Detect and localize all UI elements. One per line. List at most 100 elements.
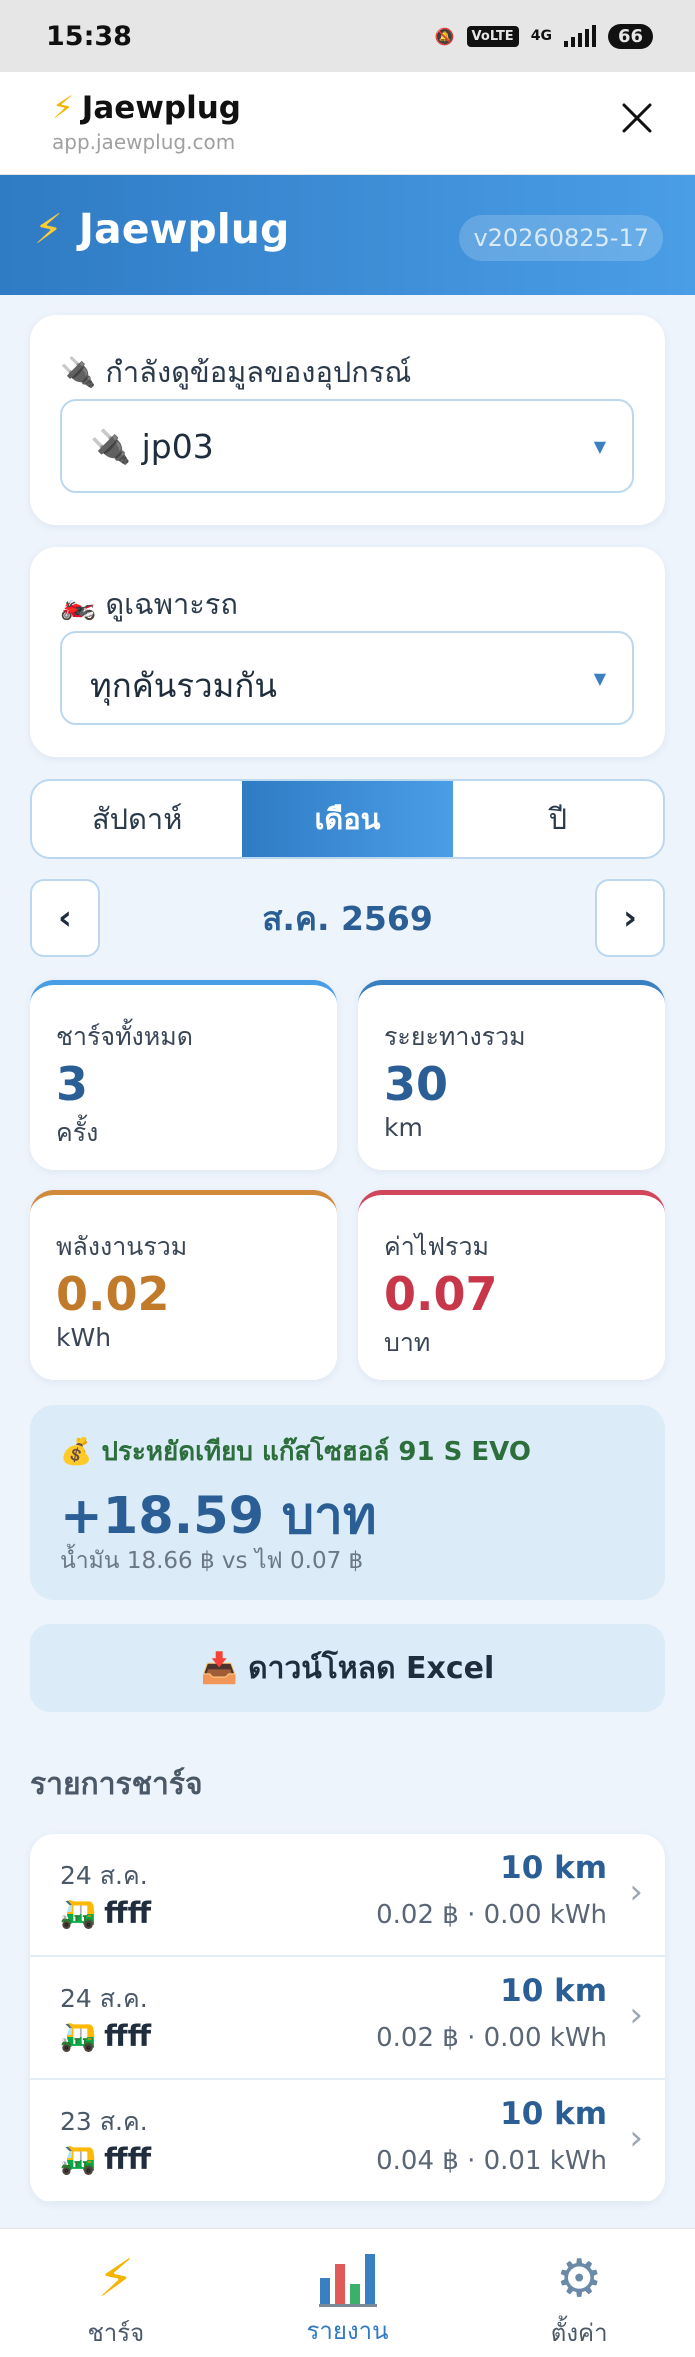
tuk-tuk-icon: 🛺 [60, 2019, 97, 2053]
savings-detail: น้ำมัน 18.66 ฿ vs ไฟ 0.07 ฿ [60, 1548, 364, 1574]
next-month-button[interactable]: › [595, 879, 665, 957]
vehicle-card: 🏍️ ดูเฉพาะรถ ทุกคันรวมกัน ▼ [30, 547, 665, 757]
status-bar: 15:38 🔕 VoLTE 4G 66 [0, 0, 695, 72]
device-selected-text: jp03 [141, 427, 214, 466]
stat-charges: ชาร์จทั้งหมด 3 ครั้ง [30, 980, 337, 1170]
device-select-value: 🔌 jp03 [90, 427, 214, 467]
site-url: app.jaewplug.com [52, 130, 236, 154]
status-time: 15:38 [46, 20, 132, 52]
charge-distance: 10 km [500, 1850, 607, 1886]
savings-card: 💰 ประหยัดเทียบ แก๊สโซฮอล์ 91 S EVO +18.5… [30, 1405, 665, 1600]
stat-energy-unit: kWh [56, 1323, 112, 1352]
dropdown-caret-icon: ▼ [593, 437, 606, 456]
chevron-right-icon: › [629, 2118, 643, 2158]
stat-distance: ระยะทางรวม 30 km [358, 980, 665, 1170]
battery-level: 66 [617, 25, 643, 47]
download-excel-button[interactable]: 📥 ดาวน์โหลด Excel [30, 1624, 665, 1712]
signal-icon [563, 25, 596, 47]
nav-charge-label: ชาร์จ [87, 2319, 145, 2347]
stat-energy: พลังงานรวม 0.02 kWh [30, 1190, 337, 1380]
inbox-tray-icon: 📥 [200, 1650, 239, 1686]
app-header: ⚡ Jaewplug v20260825-17 [0, 175, 695, 295]
bar-chart-icon [318, 2249, 377, 2307]
charge-date: 23 ส.ค. [60, 2107, 148, 2136]
browser-header: ⚡ Jaewplug app.jaewplug.com [0, 72, 695, 175]
close-icon [622, 103, 652, 133]
stat-cost-value: 0.07 [384, 1267, 498, 1321]
plug-icon: 🔌 [60, 355, 97, 389]
vehicle-select[interactable]: ทุกคันรวมกัน ▼ [60, 631, 634, 725]
download-label: ดาวน์โหลด Excel [248, 1650, 495, 1686]
app-title: ⚡ Jaewplug [34, 205, 289, 253]
vehicle-label-text: ดูเฉพาะรถ [105, 587, 238, 621]
charge-list-title: รายการชาร์จ [30, 1767, 203, 1802]
stat-distance-unit: km [384, 1113, 423, 1142]
stat-charges-unit: ครั้ง [56, 1118, 99, 1147]
version-badge: v20260825-17 [459, 215, 663, 261]
charge-vehicle-name: ffff [104, 2019, 152, 2053]
charge-detail: 0.02 ฿ · 0.00 kWh [376, 1900, 607, 1930]
status-icons: 🔕 VoLTE 4G 66 [434, 23, 653, 49]
stat-cost-unit: บาท [384, 1328, 431, 1357]
charge-vehicle-name: ffff [104, 2142, 152, 2176]
charge-distance: 10 km [500, 2096, 607, 2132]
vehicle-label: 🏍️ ดูเฉพาะรถ [60, 581, 238, 627]
lightning-icon: ⚡ [52, 90, 74, 126]
site-title-text: Jaewplug [81, 90, 241, 126]
stat-cost-label: ค่าไฟรวม [384, 1232, 489, 1261]
charge-vehicle: 🛺 ffff [60, 1896, 151, 1931]
app-title-text: Jaewplug [78, 205, 290, 253]
tuk-tuk-icon: 🛺 [60, 2142, 97, 2176]
tuk-tuk-icon: 🛺 [60, 1896, 97, 1930]
charge-date: 24 ส.ค. [60, 1984, 148, 2013]
stat-energy-value: 0.02 [56, 1267, 170, 1321]
stat-distance-value: 30 [384, 1057, 449, 1111]
list-item[interactable]: 23 ส.ค. 🛺 ffff 10 km 0.04 ฿ · 0.01 kWh › [30, 2080, 665, 2203]
stat-charges-label: ชาร์จทั้งหมด [56, 1022, 193, 1051]
nav-settings-label: ตั้งค่า [550, 2319, 608, 2347]
prev-month-button[interactable]: ‹ [30, 879, 100, 957]
device-card: 🔌 กำลังดูข้อมูลของอุปกรณ์ 🔌 jp03 ▼ [30, 315, 665, 525]
savings-title: 💰 ประหยัดเทียบ แก๊สโซฮอล์ 91 S EVO [60, 1431, 531, 1472]
tab-year[interactable]: ปี [453, 781, 663, 857]
stat-distance-label: ระยะทางรวม [384, 1022, 526, 1051]
month-label: ส.ค. 2569 [262, 898, 433, 938]
list-item[interactable]: 24 ส.ค. 🛺 ffff 10 km 0.02 ฿ · 0.00 kWh › [30, 1957, 665, 2080]
tab-week[interactable]: สัปดาห์ [32, 781, 242, 857]
charge-date: 24 ส.ค. [60, 1861, 148, 1890]
nav-report[interactable]: รายงาน [232, 2229, 464, 2357]
plug-icon: 🔌 [90, 427, 132, 466]
lightning-icon: ⚡ [97, 2249, 135, 2309]
nav-charge[interactable]: ⚡ ชาร์จ [0, 2229, 232, 2357]
device-label: 🔌 กำลังดูข้อมูลของอุปกรณ์ [60, 349, 411, 395]
stat-charges-value: 3 [56, 1057, 89, 1111]
bottom-nav: ⚡ ชาร์จ รายงาน ⚙ ตั้งค่า [0, 2228, 695, 2357]
motorcycle-icon: 🏍️ [60, 587, 97, 621]
dropdown-caret-icon: ▼ [593, 669, 606, 688]
device-label-text: กำลังดูข้อมูลของอุปกรณ์ [105, 355, 412, 389]
tab-month[interactable]: เดือน [242, 781, 453, 857]
site-title: ⚡ Jaewplug [52, 90, 241, 126]
charge-vehicle-name: ffff [104, 1896, 152, 1930]
period-tabs: สัปดาห์ เดือน ปี [30, 779, 665, 859]
charge-detail: 0.04 ฿ · 0.01 kWh [376, 2146, 607, 2176]
list-item[interactable]: 24 ส.ค. 🛺 ffff 10 km 0.02 ฿ · 0.00 kWh › [30, 1834, 665, 1957]
battery-icon: 66 [607, 23, 653, 49]
stat-cost: ค่าไฟรวม 0.07 บาท [358, 1190, 665, 1380]
device-select[interactable]: 🔌 jp03 ▼ [60, 399, 634, 493]
charge-detail: 0.02 ฿ · 0.00 kWh [376, 2023, 607, 2053]
chevron-right-icon: › [629, 1872, 643, 1912]
charge-vehicle: 🛺 ffff [60, 2142, 151, 2177]
close-button[interactable] [615, 96, 659, 140]
charge-distance: 10 km [500, 1973, 607, 2009]
charge-list: 24 ส.ค. 🛺 ffff 10 km 0.02 ฿ · 0.00 kWh › … [30, 1834, 665, 2203]
volte-badge: VoLTE [466, 25, 519, 47]
stat-energy-label: พลังงานรวม [56, 1232, 188, 1261]
money-bag-icon: 💰 [60, 1437, 93, 1467]
nav-settings[interactable]: ⚙ ตั้งค่า [463, 2229, 695, 2357]
mute-icon: 🔕 [434, 26, 455, 46]
nav-report-label: รายงาน [306, 2317, 389, 2345]
chevron-right-icon: › [629, 1995, 643, 2035]
charge-vehicle: 🛺 ffff [60, 2019, 151, 2054]
gear-icon: ⚙ [555, 2249, 603, 2309]
